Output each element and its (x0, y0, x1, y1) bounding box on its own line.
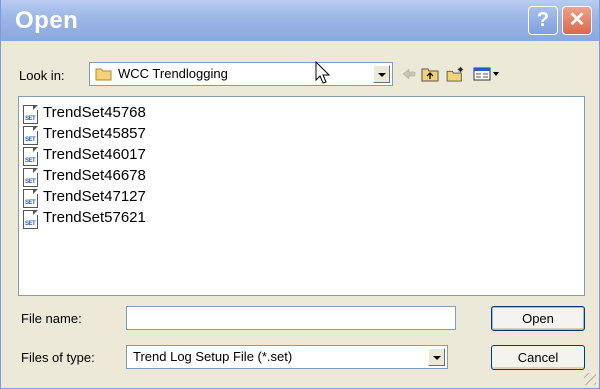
up-folder-icon[interactable] (421, 66, 439, 82)
look-in-dropdown[interactable]: WCC Trendlogging (89, 62, 393, 86)
look-in-value: WCC Trendlogging (118, 66, 228, 81)
folder-icon (95, 68, 112, 81)
file-type-value: Trend Log Setup File (*.set) (133, 349, 293, 364)
file-name-label: File name: (21, 311, 82, 326)
file-name: TrendSet46017 (43, 146, 146, 163)
close-button[interactable]: ✕ (562, 6, 592, 35)
file-name: TrendSet45768 (43, 104, 146, 121)
open-dialog: Open ? ✕ Look in: WCC Trendlogging SET T… (0, 0, 600, 389)
set-file-icon: SET (23, 168, 38, 187)
set-file-icon: SET (23, 126, 38, 145)
file-list[interactable]: SET TrendSet45768 SET TrendSet45857 SET … (18, 96, 585, 296)
cancel-button[interactable]: Cancel (491, 345, 585, 370)
set-file-icon: SET (23, 105, 38, 124)
file-type-label: Files of type: (21, 350, 95, 365)
new-folder-icon[interactable] (445, 66, 467, 82)
file-name: TrendSet46678 (43, 167, 146, 184)
chevron-down-icon[interactable] (373, 65, 390, 83)
file-name-input[interactable] (126, 306, 456, 330)
set-file-icon: SET (23, 189, 38, 208)
dialog-title: Open (15, 7, 79, 34)
resize-grip[interactable] (584, 373, 596, 385)
help-button[interactable]: ? (528, 6, 558, 35)
file-name: TrendSet45857 (43, 125, 146, 142)
set-file-icon: SET (23, 210, 38, 229)
file-name: TrendSet47127 (43, 188, 146, 205)
open-button[interactable]: Open (491, 306, 585, 331)
set-file-icon: SET (23, 147, 38, 166)
look-in-label: Look in: (19, 68, 65, 83)
title-bar[interactable]: Open ? ✕ (1, 0, 599, 41)
chevron-down-icon[interactable] (428, 348, 445, 366)
back-arrow-icon[interactable] (401, 66, 417, 82)
file-type-dropdown[interactable]: Trend Log Setup File (*.set) (126, 345, 448, 369)
mouse-pointer-icon (315, 61, 331, 84)
view-menu-icon[interactable] (473, 66, 501, 82)
file-name: TrendSet57621 (43, 209, 146, 226)
